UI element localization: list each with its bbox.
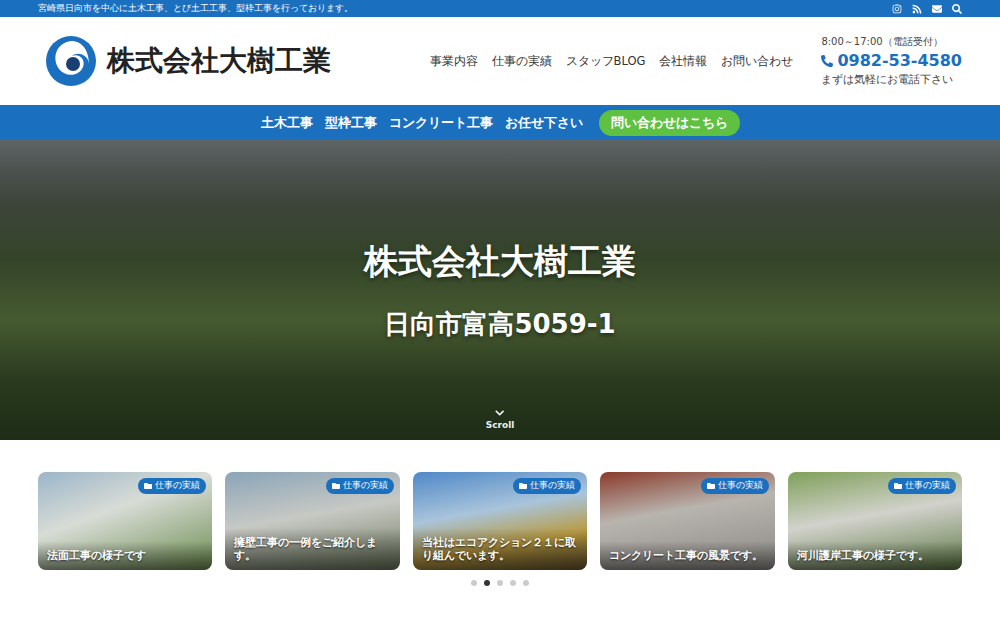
post-title[interactable]: 当社はエコアクション２１に取り組んでいます。 bbox=[413, 528, 587, 570]
post-card[interactable]: 仕事の実績河川護岸工事の様子です。 bbox=[788, 472, 962, 570]
category-badge: 仕事の実績 bbox=[701, 478, 769, 494]
service-phrase: 型枠工事 bbox=[325, 114, 377, 132]
rss-icon[interactable] bbox=[912, 4, 922, 14]
hero-address: 日向市富高5059-1 bbox=[384, 307, 615, 342]
contact: 8:00～17:00（電話受付） 0982-53-4580 まずは気軽にお電話下さい bbox=[821, 35, 962, 87]
category-badge: 仕事の実績 bbox=[513, 478, 581, 494]
service-phrase: 土木工事 bbox=[261, 114, 313, 132]
folder-icon bbox=[144, 482, 152, 490]
instagram-icon[interactable] bbox=[892, 4, 902, 14]
post-card[interactable]: 仕事の実績擁壁工事の一例をご紹介します。 bbox=[225, 472, 399, 570]
post-card[interactable]: 仕事の実績当社はエコアクション２１に取り組んでいます。 bbox=[413, 472, 587, 570]
hero: 株式会社大樹工業日向市富高5059-1 Scroll bbox=[0, 140, 1000, 440]
pager-dot[interactable] bbox=[510, 580, 516, 586]
nav-item[interactable]: 事業内容 bbox=[430, 54, 478, 69]
post-title[interactable]: 法面工事の様子です bbox=[38, 541, 212, 570]
pager-dot[interactable] bbox=[523, 580, 529, 586]
post-card[interactable]: 仕事の実績コンクリート工事の風景です。 bbox=[600, 472, 774, 570]
nav-item[interactable]: お問い合わせ bbox=[721, 54, 793, 69]
contact-button[interactable]: 問い合わせはこちら bbox=[599, 110, 740, 136]
hero-title: 株式会社大樹工業 bbox=[364, 239, 636, 285]
top-bar-text: 宮崎県日向市を中心に土木工事、とび土工工事、型枠工事を行っております。 bbox=[38, 2, 353, 15]
category-badge: 仕事の実績 bbox=[326, 478, 394, 494]
carousel-pager bbox=[0, 570, 1000, 586]
post-title[interactable]: 河川護岸工事の様子です。 bbox=[788, 541, 962, 570]
phone-note: まずは気軽にお電話下さい bbox=[821, 72, 953, 87]
category-badge: 仕事の実績 bbox=[138, 478, 206, 494]
folder-icon bbox=[894, 482, 902, 490]
nav-item[interactable]: 仕事の実績 bbox=[492, 54, 552, 69]
category-badge: 仕事の実績 bbox=[888, 478, 956, 494]
post-carousel: 仕事の実績法面工事の様子です仕事の実績擁壁工事の一例をご紹介します。仕事の実績当… bbox=[0, 440, 1000, 570]
pager-dot[interactable] bbox=[471, 580, 477, 586]
service-band: 土木工事型枠工事コンクリート工事お任せ下さい問い合わせはこちら bbox=[0, 105, 1000, 140]
mail-icon[interactable] bbox=[932, 4, 942, 14]
logo-text[interactable]: 株式会社大樹工業 bbox=[107, 42, 331, 80]
scroll-indicator[interactable]: Scroll bbox=[486, 408, 515, 430]
top-bar: 宮崎県日向市を中心に土木工事、とび土工工事、型枠工事を行っております。 bbox=[0, 0, 1000, 17]
folder-icon bbox=[707, 482, 715, 490]
pager-dot[interactable] bbox=[484, 580, 490, 586]
logo-icon bbox=[45, 35, 97, 87]
nav-item[interactable]: 会社情報 bbox=[659, 54, 707, 69]
nav-item[interactable]: スタッフBLOG bbox=[566, 54, 646, 69]
pager-dot[interactable] bbox=[497, 580, 503, 586]
service-phrase: お任せ下さい bbox=[505, 114, 583, 132]
folder-icon bbox=[519, 482, 527, 490]
post-title[interactable]: コンクリート工事の風景です。 bbox=[600, 541, 774, 570]
folder-icon bbox=[332, 482, 340, 490]
logo[interactable]: 株式会社大樹工業 bbox=[45, 35, 410, 87]
post-card[interactable]: 仕事の実績法面工事の様子です bbox=[38, 472, 212, 570]
chevron-down-icon bbox=[495, 408, 505, 418]
phone-icon bbox=[821, 55, 833, 67]
header: 株式会社大樹工業 事業内容仕事の実績スタッフBLOG 会社情報お問い合わせ 8:00～… bbox=[0, 17, 1000, 105]
post-title[interactable]: 擁壁工事の一例をご紹介します。 bbox=[225, 528, 399, 570]
phone[interactable]: 0982-53-4580 bbox=[821, 51, 962, 70]
main-nav: 事業内容仕事の実績スタッフBLOG 会社情報お問い合わせ bbox=[430, 54, 794, 69]
hours: 8:00～17:00（電話受付） bbox=[821, 35, 942, 49]
search-icon[interactable] bbox=[952, 4, 962, 14]
service-phrase: コンクリート工事 bbox=[389, 114, 493, 132]
